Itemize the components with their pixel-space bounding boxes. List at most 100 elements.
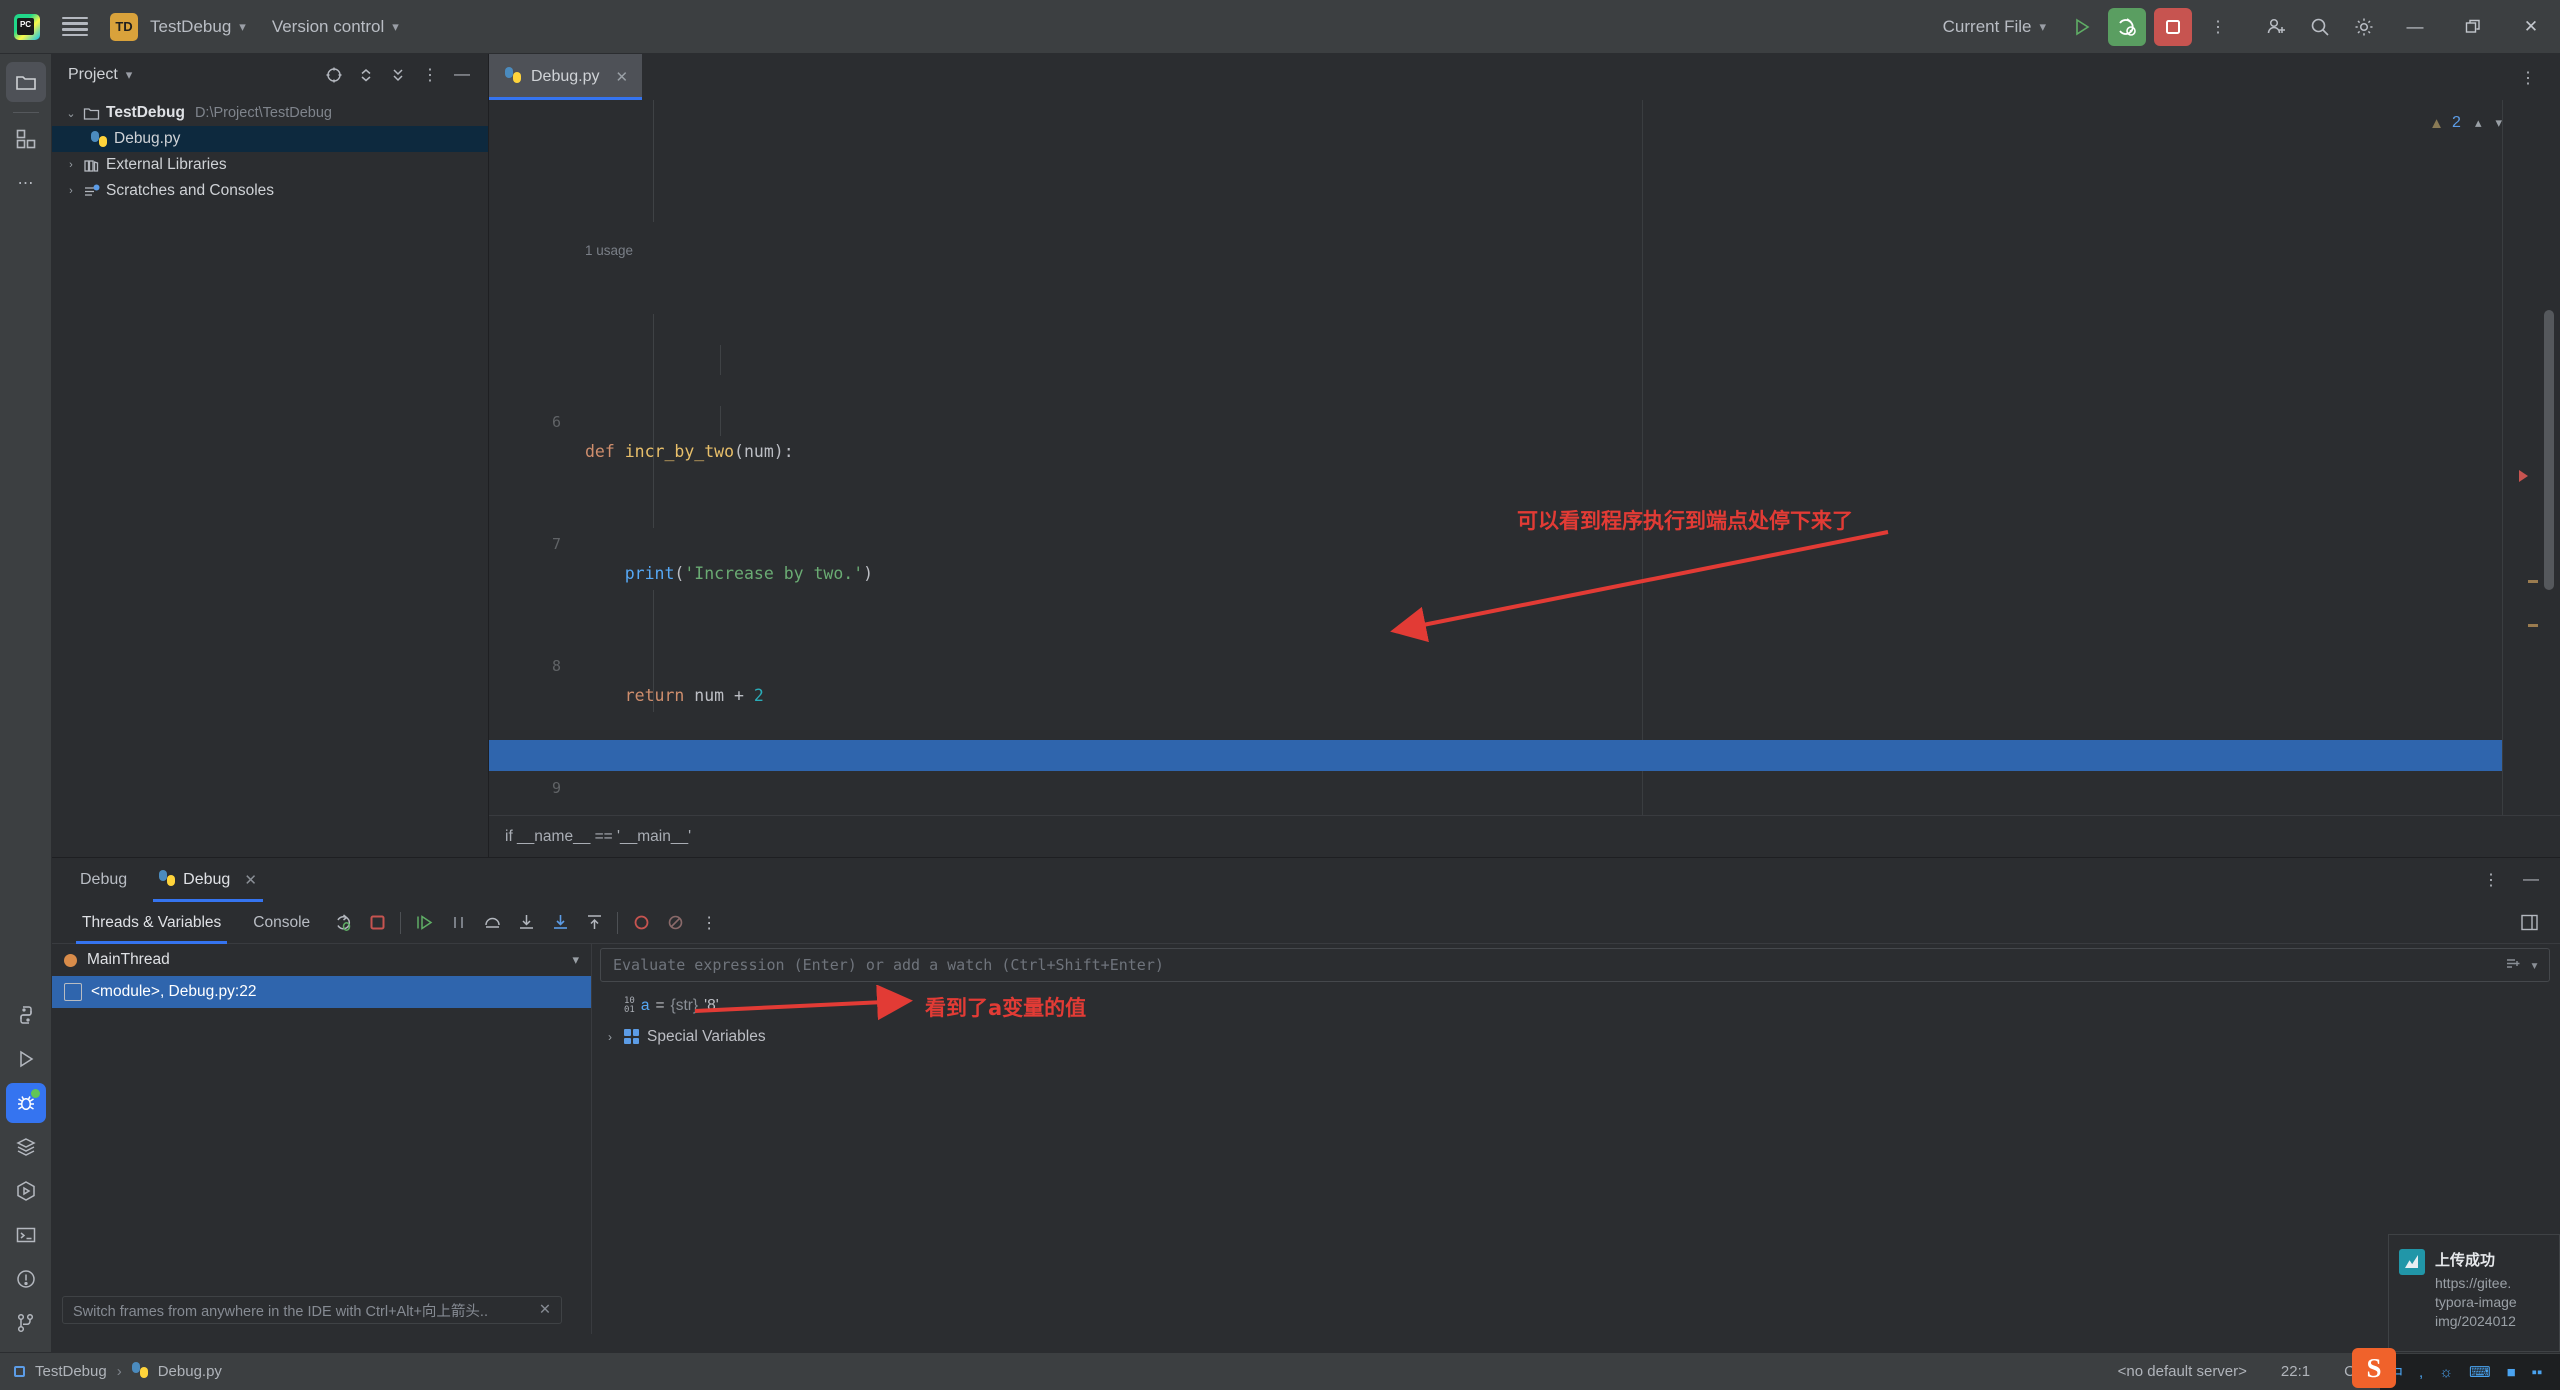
sidebar-item-terminal[interactable] — [6, 1215, 46, 1255]
usage-label[interactable]: 1 usage — [585, 236, 633, 267]
chevron-right-icon[interactable]: › — [62, 185, 80, 197]
chevron-right-icon[interactable]: › — [62, 159, 80, 171]
hamburger-icon[interactable] — [62, 16, 88, 37]
warning-stripe-marker-2[interactable] — [2528, 624, 2538, 627]
ime-punctuation[interactable]: , — [2419, 1364, 2423, 1381]
sidebar-item-more-tools[interactable]: ⋯ — [6, 163, 46, 203]
debug-button[interactable] — [2108, 8, 2146, 46]
tree-item-debug-py[interactable]: Debug.py — [52, 126, 488, 152]
force-step-into-icon[interactable] — [543, 906, 577, 940]
project-panel-options-icon[interactable]: ⋮ — [416, 61, 444, 89]
resume-program-icon[interactable] — [407, 906, 441, 940]
close-icon[interactable]: ✕ — [244, 871, 257, 889]
settings-gear-icon[interactable] — [2342, 5, 2386, 49]
window-close-button[interactable]: ✕ — [2502, 0, 2560, 54]
add-watch-icon[interactable] — [2505, 956, 2520, 974]
ime-keyboard-icon[interactable]: ⌨ — [2469, 1363, 2491, 1381]
close-icon[interactable]: ✕ — [539, 1302, 551, 1318]
frame-item[interactable]: <module>, Debug.py:22 — [52, 976, 591, 1008]
sidebar-item-project[interactable] — [5, 62, 46, 102]
tree-item-scratches[interactable]: › Scratches and Consoles — [52, 178, 488, 204]
ime-emoji-icon[interactable]: ☼ — [2439, 1364, 2453, 1381]
editor-options-icon[interactable]: ⋮ — [2514, 64, 2542, 92]
step-over-icon[interactable] — [475, 906, 509, 940]
editor-scrollbar[interactable] — [2544, 310, 2554, 590]
variable-name: a — [640, 996, 650, 1014]
upload-notification[interactable]: 上传成功 https://gitee. typora-image img/202… — [2388, 1234, 2560, 1352]
ime-toolbox-icon[interactable]: ■ — [2507, 1364, 2516, 1381]
status-breadcrumb[interactable]: TestDebug › Debug.py — [14, 1361, 222, 1382]
sidebar-item-version-control[interactable] — [6, 1303, 46, 1343]
window-minimize-button[interactable]: — — [2386, 0, 2444, 54]
tree-item-external-libraries[interactable]: › External Libraries — [52, 152, 488, 178]
step-out-icon[interactable] — [577, 906, 611, 940]
frames-panel: MainThread ▾ <module>, Debug.py:22 Switc… — [52, 944, 592, 1334]
settings-layout-icon[interactable] — [2512, 906, 2546, 940]
rerun-debug-icon[interactable] — [326, 906, 360, 940]
thread-label: MainThread — [87, 951, 170, 968]
version-control-menu[interactable]: Version control ▾ — [272, 17, 399, 37]
inspection-widget[interactable]: ▲ 2 ▴ ▾ — [2429, 114, 2502, 132]
add-user-icon[interactable] — [2254, 5, 2298, 49]
debug-panel-tabs: Debug Debug ✕ ⋮ — — [52, 858, 2560, 902]
debug-panel-options-icon[interactable]: ⋮ — [2478, 867, 2504, 893]
ime-toolbar[interactable]: S 中 , ☼ ⌨ ■ ▪▪ — [2352, 1348, 2560, 1390]
search-icon[interactable] — [2298, 5, 2342, 49]
close-icon[interactable]: ✕ — [616, 68, 629, 86]
frame-icon — [64, 983, 82, 1001]
window-maximize-button[interactable] — [2444, 0, 2502, 54]
sidebar-item-python-console[interactable] — [6, 995, 46, 1035]
view-breakpoints-icon[interactable] — [624, 906, 658, 940]
evaluate-expression-input[interactable]: Evaluate expression (Enter) or add a wat… — [600, 948, 2550, 982]
tab-threads-variables[interactable]: Threads & Variables — [66, 902, 237, 944]
variable-row-a[interactable]: 10 01 a = {str} '8' — [592, 990, 2560, 1021]
warning-stripe-marker[interactable] — [2528, 580, 2538, 583]
sidebar-item-run-anything[interactable] — [6, 1171, 46, 1211]
left-tool-rail: ⋯ — [0, 54, 52, 1357]
status-caret-position[interactable]: 22:1 — [2281, 1363, 2310, 1380]
tab-debug-py[interactable]: Debug.py ✕ — [489, 54, 643, 100]
chevron-down-icon[interactable]: ⌄ — [62, 107, 80, 120]
code-editor[interactable]: ▲ 2 ▴ ▾ 1 usage 6 def incr_by_two(num): … — [489, 100, 2560, 857]
sidebar-item-problems[interactable] — [6, 1259, 46, 1299]
run-config-selector[interactable]: Current File ▾ — [1943, 17, 2046, 37]
sidebar-item-structure[interactable] — [6, 119, 46, 159]
stop-button[interactable] — [2154, 8, 2192, 46]
sidebar-item-run[interactable] — [6, 1039, 46, 1079]
thread-selector[interactable]: MainThread ▾ — [52, 944, 591, 976]
tree-item-testdebug[interactable]: ⌄ TestDebug D:\Project\TestDebug — [52, 100, 488, 126]
previous-problem-icon[interactable]: ▴ — [2475, 115, 2482, 131]
project-selector[interactable]: TD TestDebug ▾ — [110, 12, 246, 41]
hide-panel-icon[interactable]: — — [448, 61, 476, 89]
stop-debug-icon[interactable] — [360, 906, 394, 940]
tab-console[interactable]: Console — [237, 902, 326, 944]
expand-collapse-icon[interactable] — [352, 61, 380, 89]
error-stripe-marker[interactable] — [2519, 470, 2528, 482]
run-button[interactable] — [2060, 5, 2104, 49]
editor-breadcrumb[interactable]: if __name__ == '__main__' — [489, 815, 2560, 857]
sogou-logo-icon[interactable]: S — [2352, 1348, 2396, 1388]
variable-twisty[interactable]: › — [608, 1030, 624, 1044]
tab-debug-session[interactable]: Debug ✕ — [143, 858, 273, 902]
title-bar-right: Current File ▾ ⋮ — ✕ — [1943, 0, 2560, 54]
mute-breakpoints-icon[interactable] — [658, 906, 692, 940]
sidebar-item-services[interactable] — [6, 1127, 46, 1167]
chevron-down-icon[interactable]: ▾ — [2530, 956, 2539, 974]
variable-row-special[interactable]: › Special Variables — [592, 1021, 2560, 1052]
ime-more-icon[interactable]: ▪▪ — [2532, 1364, 2543, 1381]
more-actions-icon[interactable]: ⋮ — [2196, 5, 2240, 49]
select-opened-file-icon[interactable] — [320, 61, 348, 89]
code-lines: 1 usage 6 def incr_by_two(num): 7 print(… — [489, 114, 2502, 857]
sidebar-item-debug[interactable] — [6, 1083, 46, 1123]
chevron-down-icon[interactable]: ▾ — [572, 952, 579, 968]
chevron-down-icon[interactable]: ▾ — [126, 67, 133, 83]
step-into-icon[interactable] — [509, 906, 543, 940]
hide-debug-panel-icon[interactable]: — — [2518, 867, 2544, 893]
next-problem-icon[interactable]: ▾ — [2495, 115, 2502, 131]
pause-program-icon[interactable] — [441, 906, 475, 940]
project-panel-header-actions: ⋮ — — [320, 61, 476, 89]
status-server[interactable]: <no default server> — [2118, 1363, 2247, 1380]
debug-more-actions-icon[interactable]: ⋮ — [692, 906, 726, 940]
collapse-all-icon[interactable] — [384, 61, 412, 89]
chevron-down-icon: ▾ — [392, 18, 399, 34]
